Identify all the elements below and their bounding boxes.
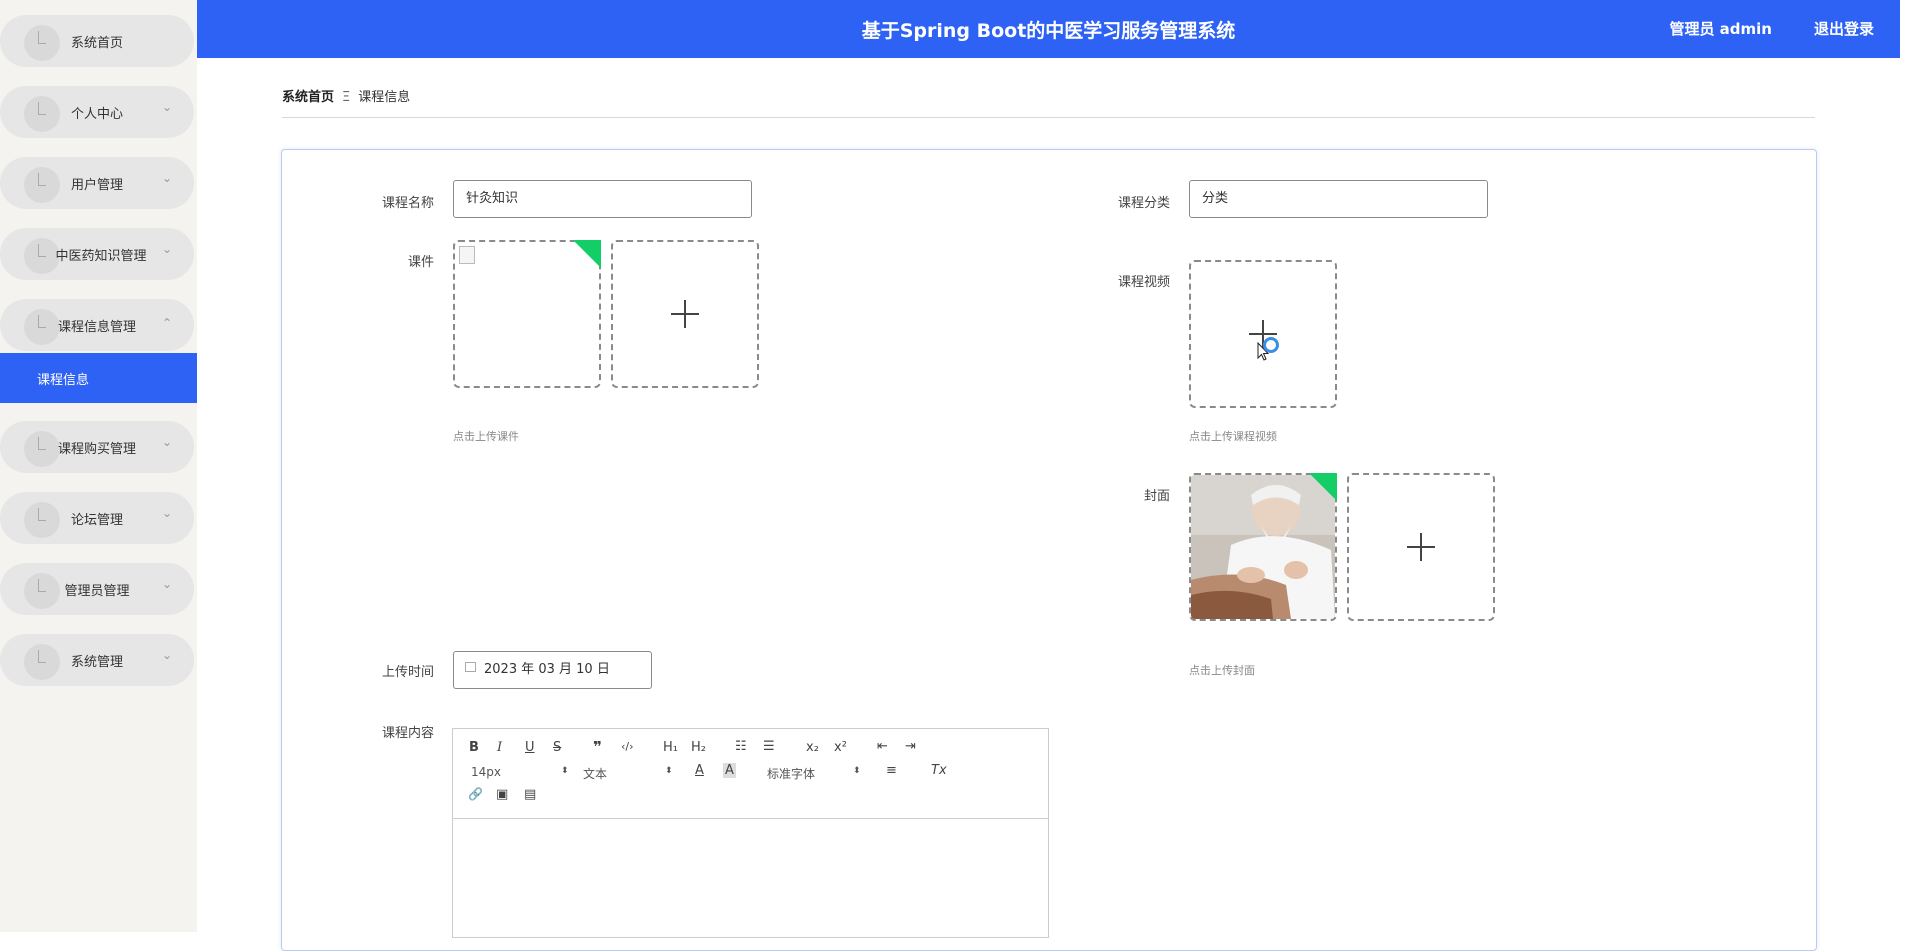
h1-button[interactable]: H₁ <box>663 740 678 755</box>
underline-button[interactable]: U <box>525 740 535 755</box>
courseware-uploaded-file[interactable] <box>453 240 601 388</box>
course-content-label: 课程内容 <box>381 726 434 741</box>
link-icon[interactable]: 🔗 <box>468 787 483 801</box>
chevron-down-icon: ⌄ <box>161 648 172 662</box>
quote-icon[interactable]: ❞ <box>593 738 602 756</box>
image-icon[interactable]: ▣ <box>496 787 508 802</box>
loading-ring-icon <box>1263 337 1279 353</box>
course-name-input[interactable]: 针灸知识 <box>453 180 752 218</box>
breadcrumb-separator-icon: Ξ <box>342 90 351 105</box>
background-color-button[interactable]: A <box>723 763 736 778</box>
bullet-list-icon[interactable]: ☰ <box>763 739 775 754</box>
select-arrows-icon: ⬍ <box>665 766 673 776</box>
sidebar-item-tcm-knowledge[interactable]: 中医药知识管理 ⌄ <box>0 228 194 280</box>
course-video-upload-button[interactable] <box>1189 260 1337 408</box>
app-title: 基于Spring Boot的中医学习服务管理系统 <box>861 20 1236 42</box>
text-color-button[interactable]: A <box>695 763 704 778</box>
page-scrollbar[interactable] <box>1900 0 1906 932</box>
breadcrumb-divider <box>282 117 1815 118</box>
breadcrumb-home[interactable]: 系统首页 <box>282 90 334 105</box>
sidebar-item-system[interactable]: 系统管理 ⌄ <box>0 634 194 686</box>
course-video-hint: 点击上传课程视频 <box>1189 430 1277 443</box>
cover-label: 封面 <box>1143 489 1170 504</box>
upload-time-picker[interactable]: 2023 年 03 月 10 日 <box>453 651 652 689</box>
plus-icon <box>671 300 699 328</box>
superscript-button[interactable]: x² <box>834 740 847 755</box>
editor-toolbar: B I U S ❞ ‹/› H₁ H₂ ☷ ☰ x₂ x² ⇤ ⇥ 14px ⬍… <box>453 729 1048 819</box>
upload-time-value: 2023 年 03 月 10 日 <box>484 662 610 677</box>
bold-button[interactable]: B <box>469 740 479 755</box>
sidebar-item-admins[interactable]: 管理员管理 ⌄ <box>0 563 194 615</box>
course-category-input[interactable]: 分类 <box>1189 180 1488 218</box>
ordered-list-icon[interactable]: ☷ <box>735 739 747 754</box>
cover-uploaded-image[interactable] <box>1189 473 1337 621</box>
courseware-upload-button[interactable] <box>611 240 759 388</box>
subscript-button[interactable]: x₂ <box>806 740 819 755</box>
upload-time-label: 上传时间 <box>381 665 434 680</box>
italic-button[interactable]: I <box>497 740 502 755</box>
user-label: 管理员 admin <box>1669 20 1772 38</box>
sidebar-item-forum[interactable]: 论坛管理 ⌄ <box>0 492 194 544</box>
cover-hint: 点击上传封面 <box>1189 664 1255 677</box>
chevron-down-icon: ⌄ <box>161 171 172 185</box>
outdent-icon[interactable]: ⇤ <box>877 739 888 754</box>
sidebar-item-home[interactable]: 系统首页 <box>0 15 194 67</box>
sidebar-item-personal[interactable]: 个人中心 ⌄ <box>0 86 194 138</box>
align-icon[interactable]: ≡ <box>886 763 897 778</box>
select-arrows-icon: ⬍ <box>561 766 569 776</box>
select-arrows-icon: ⬍ <box>853 766 861 776</box>
success-badge-icon <box>573 240 601 268</box>
breadcrumb-current: 课程信息 <box>358 90 411 105</box>
sidebar-item-users[interactable]: 用户管理 ⌄ <box>0 157 194 209</box>
font-size-value: 14px <box>471 765 501 779</box>
course-content-editor: B I U S ❞ ‹/› H₁ H₂ ☷ ☰ x₂ x² ⇤ ⇥ 14px ⬍… <box>452 728 1049 938</box>
sidebar-item-course-info[interactable]: 课程信息管理 ⌃ <box>0 299 194 351</box>
font-family-value: 标准字体 <box>767 767 816 781</box>
font-size-select[interactable]: 14px ⬍ <box>471 765 569 779</box>
sidebar-item-course-purchase[interactable]: 课程购买管理 ⌄ <box>0 421 194 473</box>
calendar-icon <box>465 662 476 672</box>
sidebar: 系统首页 个人中心 ⌄ 用户管理 ⌄ 中医药知识管理 ⌄ 课程信息管理 ⌃ 课程… <box>0 0 197 932</box>
indent-icon[interactable]: ⇥ <box>905 739 916 754</box>
chevron-down-icon: ⌄ <box>161 577 172 591</box>
paragraph-select[interactable]: 文本 ⬍ <box>583 765 673 782</box>
chevron-down-icon: ⌄ <box>161 435 172 449</box>
font-family-select[interactable]: 标准字体 ⬍ <box>767 765 867 782</box>
clear-format-icon[interactable]: Tx <box>931 763 947 778</box>
logout-link[interactable]: 退出登录 <box>1814 18 1874 39</box>
editor-content-area[interactable] <box>453 819 1048 937</box>
sidebar-item-label: 系统首页 <box>70 36 123 51</box>
course-category-label: 课程分类 <box>1117 196 1170 211</box>
success-badge-icon <box>1309 473 1337 501</box>
cover-upload-button[interactable] <box>1347 473 1495 621</box>
course-name-label: 课程名称 <box>381 196 434 211</box>
code-icon[interactable]: ‹/› <box>621 740 634 753</box>
top-header: 基于Spring Boot的中医学习服务管理系统 管理员 admin 退出登录 <box>197 0 1900 58</box>
sidebar-subitem-label: 课程信息 <box>37 373 90 388</box>
chevron-up-icon: ⌃ <box>161 316 172 330</box>
breadcrumb: 系统首页 Ξ 课程信息 <box>282 86 410 105</box>
courseware-label: 课件 <box>407 255 434 270</box>
broken-image-icon <box>459 246 475 264</box>
h2-button[interactable]: H₂ <box>691 740 706 755</box>
plus-icon <box>1407 533 1435 561</box>
chevron-down-icon: ⌄ <box>161 100 172 114</box>
video-icon[interactable]: ▤ <box>524 787 536 802</box>
course-video-label: 课程视频 <box>1117 275 1170 290</box>
sidebar-subitem-course-info[interactable]: 课程信息 <box>0 353 197 403</box>
chevron-down-icon: ⌄ <box>161 506 172 520</box>
chevron-down-icon: ⌄ <box>161 242 172 256</box>
strike-button[interactable]: S <box>553 740 561 755</box>
paragraph-value: 文本 <box>583 767 608 781</box>
courseware-hint: 点击上传课件 <box>453 430 519 443</box>
